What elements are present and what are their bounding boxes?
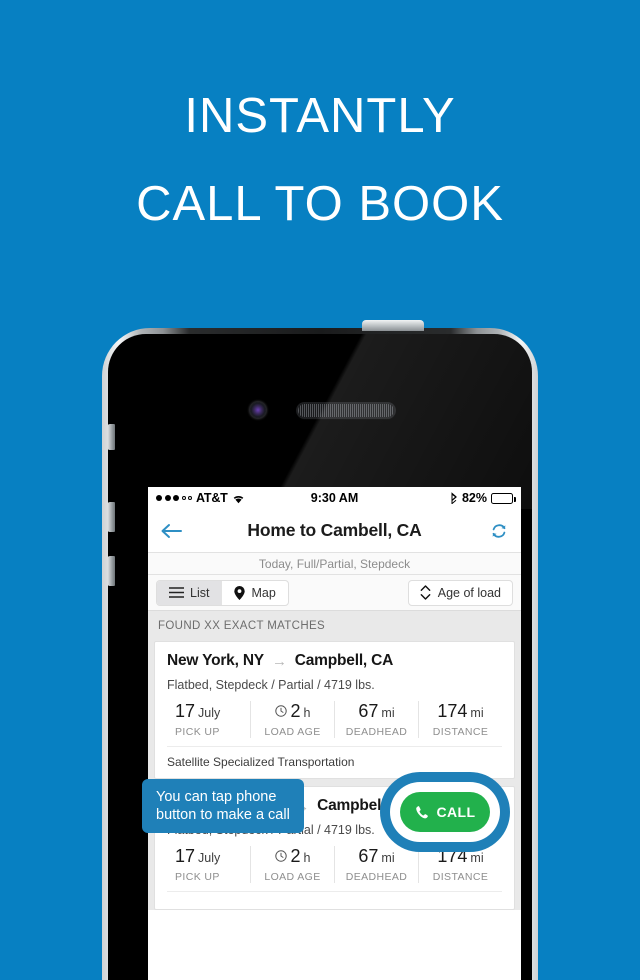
call-button-highlight: CALL	[380, 772, 510, 852]
bluetooth-icon	[450, 492, 458, 504]
phone-screen: AT&T 9:30 AM 82% Home to Cambell, CA Tod…	[148, 487, 521, 980]
navigation-bar: Home to Cambell, CA	[148, 509, 521, 553]
page-title: Home to Cambell, CA	[247, 520, 422, 540]
earpiece-speaker-icon	[298, 404, 394, 417]
clock-icon	[274, 705, 287, 717]
stat-pickup: 17 July PICK UP	[167, 846, 251, 883]
load-stats: 17 July PICK UP 2 h LOAD AGE 67 mi DEADH…	[167, 701, 502, 746]
stat-loadage-value: 2	[290, 846, 301, 866]
phone-device: AT&T 9:30 AM 82% Home to Cambell, CA Tod…	[96, 320, 544, 980]
stat-deadhead-value: 67	[358, 701, 379, 721]
stat-distance-label: DISTANCE	[432, 871, 489, 883]
stat-deadhead-unit: mi	[381, 706, 395, 720]
stat-pickup: 17 July PICK UP	[167, 701, 251, 738]
headline-line-2: CALL TO BOOK	[136, 177, 504, 231]
status-bar: AT&T 9:30 AM 82%	[148, 487, 521, 509]
filter-summary: Today, Full/Partial, Stepdeck	[148, 553, 521, 575]
view-mode-segmented-control: List Map	[156, 579, 289, 606]
status-time: 9:30 AM	[310, 491, 359, 505]
stat-deadhead: 67 mi DEADHEAD	[335, 701, 419, 738]
stat-deadhead-label: DEADHEAD	[345, 871, 408, 883]
stat-loadage-label: LOAD AGE	[264, 726, 321, 738]
stat-pickup-unit: July	[198, 706, 221, 720]
segment-list[interactable]: List	[157, 580, 223, 605]
stat-loadage-unit: h	[303, 706, 311, 720]
battery-percent: 82%	[461, 491, 487, 505]
sort-button-label: Age of load	[437, 585, 501, 600]
tooltip-callout: You can tap phone button to make a call	[142, 779, 304, 834]
phone-handset-icon	[415, 805, 430, 820]
headline-line-1: INSTANTLY	[184, 89, 456, 143]
clock-icon	[274, 850, 287, 862]
sort-button[interactable]: Age of load	[407, 579, 513, 606]
stat-deadhead-value: 67	[358, 846, 379, 866]
promo-headline: INSTANTLY CALL TO BOOK	[0, 72, 640, 248]
stat-distance-label: DISTANCE	[432, 726, 489, 738]
stat-distance-unit: mi	[470, 851, 484, 865]
stat-loadage-label: LOAD AGE	[264, 871, 321, 883]
list-item[interactable]: New York, NY → Campbell, CA Flatbed, Ste…	[154, 641, 515, 779]
stat-pickup-value: 17	[175, 701, 196, 721]
stat-loadage-unit: h	[303, 851, 311, 865]
stat-loadage: 2 h LOAD AGE	[251, 701, 335, 738]
stat-distance-unit: mi	[470, 706, 484, 720]
stat-deadhead-unit: mi	[381, 851, 395, 865]
map-pin-icon	[234, 585, 246, 600]
mute-switch-button[interactable]	[108, 424, 115, 450]
arrow-right-icon: →	[271, 652, 287, 670]
screen-glare	[108, 334, 532, 509]
refresh-icon[interactable]	[475, 521, 509, 541]
tooltip-line-2: button to make a call	[156, 807, 290, 824]
status-right: 82%	[358, 491, 516, 505]
segment-list-label: List	[190, 585, 210, 600]
stat-deadhead-label: DEADHEAD	[345, 726, 408, 738]
stat-pickup-unit: July	[198, 851, 221, 865]
stat-loadage-value: 2	[290, 701, 301, 721]
segment-map[interactable]: Map	[222, 581, 287, 605]
load-stats: 17 July PICK UP 2 h LOAD AGE 67 mi DEADH…	[167, 846, 502, 891]
stat-pickup-label: PICK UP	[175, 726, 220, 738]
sort-updown-icon	[420, 585, 431, 600]
volume-down-button[interactable]	[108, 556, 115, 586]
phone-front: AT&T 9:30 AM 82% Home to Cambell, CA Tod…	[108, 334, 532, 980]
stat-distance: 174 mi DISTANCE	[419, 701, 502, 738]
wifi-icon	[232, 493, 245, 504]
load-destination: Campbell, CA	[294, 652, 394, 669]
back-arrow-icon[interactable]	[160, 523, 194, 539]
power-button[interactable]	[362, 320, 424, 331]
load-details: Flatbed, Stepdeck / Partial / 4719 lbs.	[167, 678, 375, 692]
load-origin: New York, NY	[167, 652, 264, 669]
stat-loadage: 2 h LOAD AGE	[251, 846, 335, 883]
carrier-label: AT&T	[196, 491, 228, 505]
list-icon	[169, 587, 184, 598]
tooltip-line-1: You can tap phone	[156, 789, 277, 805]
volume-up-button[interactable]	[108, 502, 115, 532]
segment-map-label: Map	[251, 585, 276, 600]
call-button-label: CALL	[436, 804, 476, 820]
status-left: AT&T	[156, 491, 311, 505]
stat-pickup-value: 17	[175, 846, 196, 866]
call-button[interactable]: CALL	[400, 792, 490, 832]
stat-distance-value: 174	[437, 701, 468, 721]
results-count-header: FOUND XX EXACT MATCHES	[148, 611, 521, 641]
load-company	[167, 891, 502, 909]
signal-strength-icon	[156, 495, 192, 501]
stat-pickup-label: PICK UP	[175, 871, 220, 883]
battery-icon	[491, 492, 516, 504]
front-camera-icon	[250, 402, 266, 418]
load-route: New York, NY → Campbell, CA	[167, 652, 502, 670]
filter-bar: List Map Age of load	[148, 575, 521, 611]
